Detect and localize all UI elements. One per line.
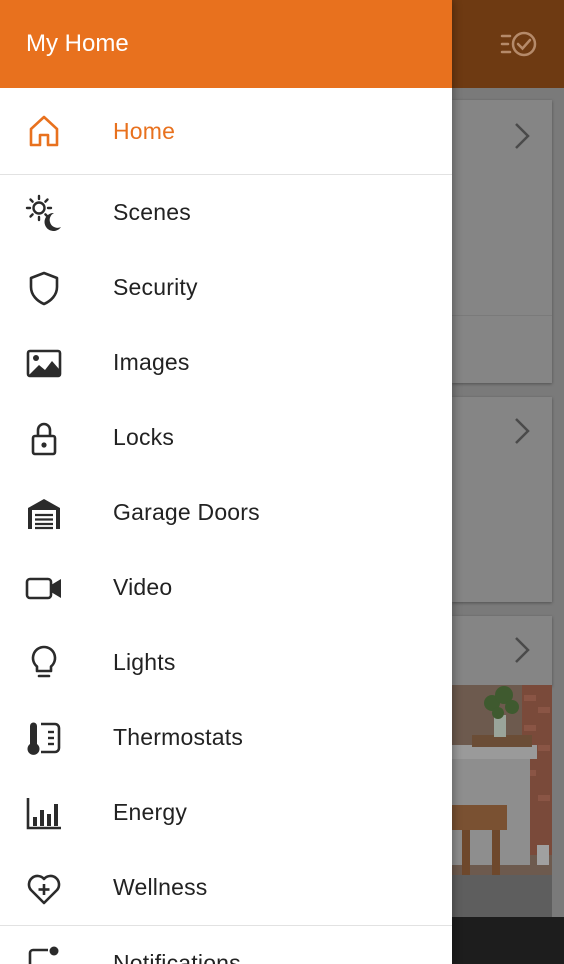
nav-item-video[interactable]: Video [0,550,452,625]
chevron-right-icon [514,417,530,450]
nav-item-garage-doors[interactable]: Garage Doors [0,475,452,550]
nav-item-security[interactable]: Security [0,250,452,325]
nav-label: Wellness [113,874,208,900]
chevron-right-icon [514,636,530,669]
nav-label: Locks [113,424,175,450]
nav-item-thermostats[interactable]: Thermostats [0,700,452,775]
drawer-header: My Home [0,0,452,88]
nav-item-notifications[interactable]: Notifications [0,926,452,964]
background-card[interactable] [452,397,552,602]
background-card[interactable] [452,100,552,383]
nav-item-locks[interactable]: Locks [0,400,452,475]
nav-label: Scenes [113,199,191,225]
drawer-title: My Home [26,30,129,57]
background-footer [452,917,564,964]
nav-item-scenes[interactable]: Scenes [0,175,452,250]
nav-item-images[interactable]: Images [0,325,452,400]
nav-label: Energy [113,799,188,825]
home-icon [0,111,113,151]
scenes-icon [0,193,113,233]
garage-icon [0,493,113,533]
notifications-icon [0,944,113,964]
nav-label: Garage Doors [113,499,260,525]
image-icon [0,343,113,383]
shield-icon [0,268,113,308]
nav-label: Home [113,117,176,144]
background-card[interactable] [452,616,552,686]
video-camera-icon [0,568,113,608]
nav-label: Images [113,349,190,375]
navigation-drawer: My Home Home Scenes Security Images Lock… [0,0,452,964]
nav-label: Notifications [113,950,241,964]
nav-item-wellness[interactable]: Wellness [0,850,452,925]
thermostat-icon [0,718,113,758]
energy-chart-icon [0,793,113,833]
heart-plus-icon [0,868,113,908]
room-photo [452,685,552,917]
nav-label: Security [113,274,198,300]
chevron-right-icon [514,122,530,155]
nav-label: Thermostats [113,724,244,750]
nav-label: Lights [113,649,176,675]
checklist-icon[interactable] [498,26,542,62]
lightbulb-icon [0,643,113,683]
nav-item-home[interactable]: Home [0,88,452,174]
nav-label: Video [113,574,173,600]
nav-item-energy[interactable]: Energy [0,775,452,850]
nav-item-lights[interactable]: Lights [0,625,452,700]
lock-icon [0,418,113,458]
